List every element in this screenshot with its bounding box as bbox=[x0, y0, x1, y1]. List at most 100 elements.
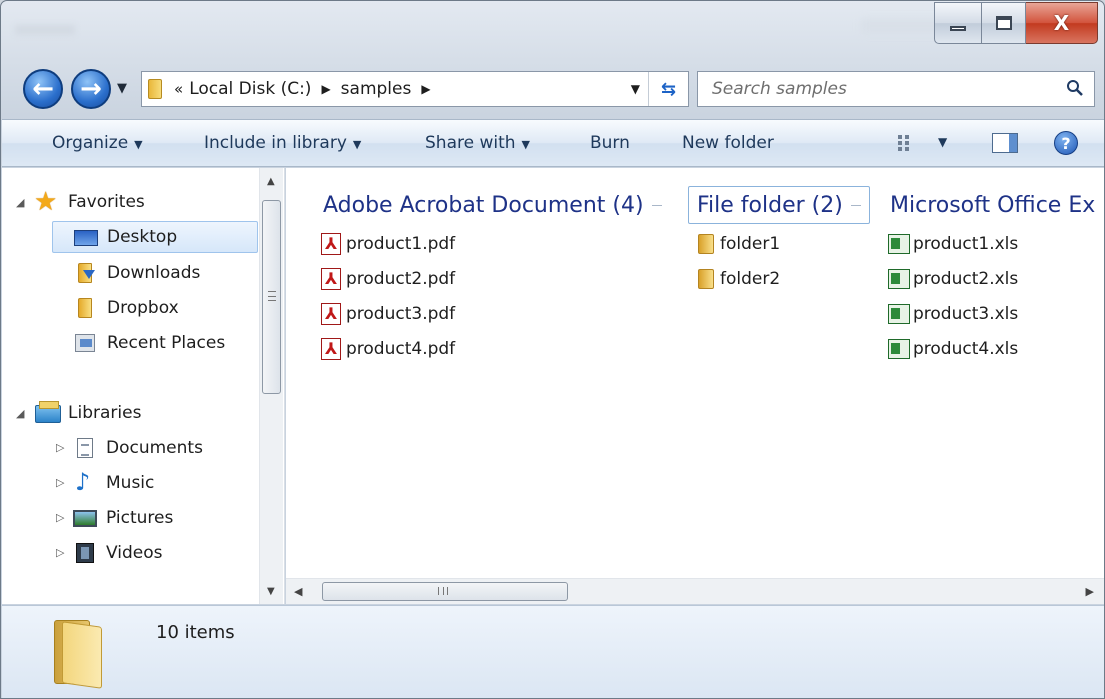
excel-icon bbox=[887, 302, 910, 326]
scroll-left-arrow-icon[interactable]: ◀ bbox=[294, 585, 302, 598]
file-item[interactable]: product3.pdf bbox=[320, 299, 455, 329]
sidebar-item-documents[interactable]: ▷ Documents bbox=[56, 432, 203, 464]
title-bar: X bbox=[1, 1, 1104, 55]
file-item[interactable]: product4.xls bbox=[887, 334, 1018, 364]
sidebar-item-recent-places[interactable]: Recent Places bbox=[73, 327, 225, 359]
folder-item[interactable]: folder2 bbox=[694, 264, 780, 294]
file-name: product4.pdf bbox=[346, 339, 456, 359]
group-divider bbox=[850, 204, 861, 206]
desktop-icon bbox=[73, 226, 99, 248]
sidebar-item-dropbox[interactable]: Dropbox bbox=[73, 292, 179, 324]
expanded-triangle-icon[interactable]: ◢ bbox=[16, 196, 24, 209]
refresh-button[interactable]: ⇆ bbox=[648, 72, 688, 106]
breadcrumb-overflow[interactable]: « bbox=[174, 80, 183, 98]
sidebar-item-label: Documents bbox=[106, 438, 203, 458]
explorer-window: X ← → ▼ « Local Disk (C:) ▶ samples ▶ ▼ … bbox=[0, 0, 1105, 699]
group-header-label: File folder (2) bbox=[697, 192, 843, 218]
sidebar-item-label: Recent Places bbox=[107, 333, 226, 353]
change-view-icon[interactable] bbox=[897, 134, 917, 152]
group-header-excel[interactable]: Microsoft Office Ex bbox=[890, 186, 1095, 224]
file-name: product3.xls bbox=[913, 304, 1019, 324]
collapsed-triangle-icon[interactable]: ▷ bbox=[56, 476, 64, 489]
scroll-down-arrow-icon[interactable]: ▼ bbox=[267, 586, 275, 597]
folder-item[interactable]: folder1 bbox=[694, 229, 780, 259]
file-name: folder2 bbox=[720, 269, 781, 289]
pdf-icon bbox=[320, 232, 342, 256]
tree-libraries[interactable]: ◢ Libraries bbox=[16, 397, 142, 429]
address-history-dropdown[interactable]: ▼ bbox=[631, 82, 640, 96]
sidebar-item-music[interactable]: ▷ ♪ Music bbox=[56, 467, 154, 499]
collapsed-triangle-icon[interactable]: ▷ bbox=[56, 441, 64, 454]
preview-pane-icon[interactable] bbox=[992, 133, 1018, 153]
file-item[interactable]: product1.pdf bbox=[320, 229, 455, 259]
organize-menu[interactable]: Organize ▼ bbox=[52, 133, 143, 153]
pictures-icon bbox=[72, 507, 98, 529]
caption-buttons: X bbox=[934, 2, 1098, 44]
scroll-right-arrow-icon[interactable]: ▶ bbox=[1086, 585, 1094, 598]
search-input[interactable] bbox=[710, 78, 1040, 100]
breadcrumb-samples[interactable]: samples bbox=[341, 79, 412, 99]
help-icon[interactable]: ? bbox=[1054, 131, 1078, 155]
grip-icon bbox=[438, 587, 448, 595]
pdf-icon bbox=[320, 267, 342, 291]
sidebar-item-videos[interactable]: ▷ Videos bbox=[56, 537, 163, 569]
expanded-triangle-icon[interactable]: ◢ bbox=[16, 407, 24, 420]
file-name: product1.xls bbox=[913, 234, 1019, 254]
file-item[interactable]: product4.pdf bbox=[320, 334, 455, 364]
back-button[interactable]: ← bbox=[23, 69, 63, 109]
chevron-down-icon: ▼ bbox=[352, 138, 362, 151]
file-list-pane: Adobe Acrobat Document (4) File folder (… bbox=[286, 168, 1104, 604]
libraries-label: Libraries bbox=[68, 403, 142, 423]
view-options-dropdown[interactable]: ▼ bbox=[938, 135, 947, 149]
group-header-folders[interactable]: File folder (2) bbox=[688, 186, 870, 224]
tree-favorites[interactable]: ◢ ★ Favorites bbox=[16, 186, 145, 218]
sidebar-item-label: Dropbox bbox=[107, 298, 179, 318]
share-with-menu[interactable]: Share with ▼ bbox=[425, 133, 530, 153]
sidebar-item-label: Desktop bbox=[107, 227, 178, 247]
navigation-pane: ◢ ★ Favorites Desktop Downloads Dropbox … bbox=[2, 168, 285, 604]
minimize-button[interactable] bbox=[934, 2, 982, 44]
breadcrumb-chevron-icon[interactable]: ▶ bbox=[321, 82, 330, 96]
file-item[interactable]: product1.xls bbox=[887, 229, 1018, 259]
sidebar-item-desktop[interactable]: Desktop bbox=[52, 221, 258, 253]
pdf-icon bbox=[320, 302, 342, 326]
maximize-icon bbox=[995, 16, 1012, 30]
collapsed-triangle-icon[interactable]: ▷ bbox=[56, 546, 64, 559]
scroll-up-arrow-icon[interactable]: ▲ bbox=[267, 176, 275, 187]
group-header-pdf[interactable]: Adobe Acrobat Document (4) bbox=[323, 186, 662, 224]
navigation-scrollbar[interactable]: ▲ ▼ bbox=[259, 168, 283, 604]
details-pane: 10 items bbox=[2, 605, 1104, 698]
item-count: 10 items bbox=[156, 622, 235, 643]
collapsed-triangle-icon[interactable]: ▷ bbox=[56, 511, 64, 524]
excel-icon bbox=[887, 267, 910, 291]
file-item[interactable]: product2.xls bbox=[887, 264, 1018, 294]
close-button[interactable]: X bbox=[1026, 2, 1098, 44]
recent-pages-dropdown[interactable]: ▼ bbox=[117, 81, 127, 96]
address-bar[interactable]: « Local Disk (C:) ▶ samples ▶ ▼ ⇆ bbox=[141, 71, 689, 107]
sidebar-item-label: Pictures bbox=[106, 508, 174, 528]
scrollbar-thumb[interactable] bbox=[322, 582, 568, 601]
sidebar-item-downloads[interactable]: Downloads bbox=[73, 257, 200, 289]
include-in-library-label: Include in library bbox=[204, 133, 347, 153]
maximize-button[interactable] bbox=[982, 2, 1026, 44]
burn-button[interactable]: Burn bbox=[590, 133, 630, 153]
scrollbar-thumb[interactable] bbox=[262, 200, 281, 394]
folder-icon bbox=[694, 232, 716, 256]
folder-icon bbox=[54, 620, 104, 689]
forward-button[interactable]: → bbox=[71, 69, 111, 109]
grip-icon bbox=[268, 291, 276, 301]
include-in-library-menu[interactable]: Include in library ▼ bbox=[204, 133, 361, 153]
breadcrumb-local-disk[interactable]: Local Disk (C:) bbox=[189, 79, 311, 99]
file-name: product1.pdf bbox=[346, 234, 456, 254]
window-title-blur bbox=[15, 25, 75, 35]
breadcrumb-chevron-icon[interactable]: ▶ bbox=[421, 82, 430, 96]
file-item[interactable]: product2.pdf bbox=[320, 264, 455, 294]
new-folder-button[interactable]: New folder bbox=[682, 133, 774, 153]
search-icon[interactable] bbox=[1066, 79, 1084, 97]
sidebar-item-pictures[interactable]: ▷ Pictures bbox=[56, 502, 173, 534]
group-divider bbox=[651, 204, 662, 206]
sidebar-item-label: Downloads bbox=[107, 263, 201, 283]
horizontal-scrollbar[interactable]: ◀ ▶ bbox=[286, 578, 1104, 604]
file-item[interactable]: product3.xls bbox=[887, 299, 1018, 329]
videos-icon bbox=[72, 542, 98, 564]
